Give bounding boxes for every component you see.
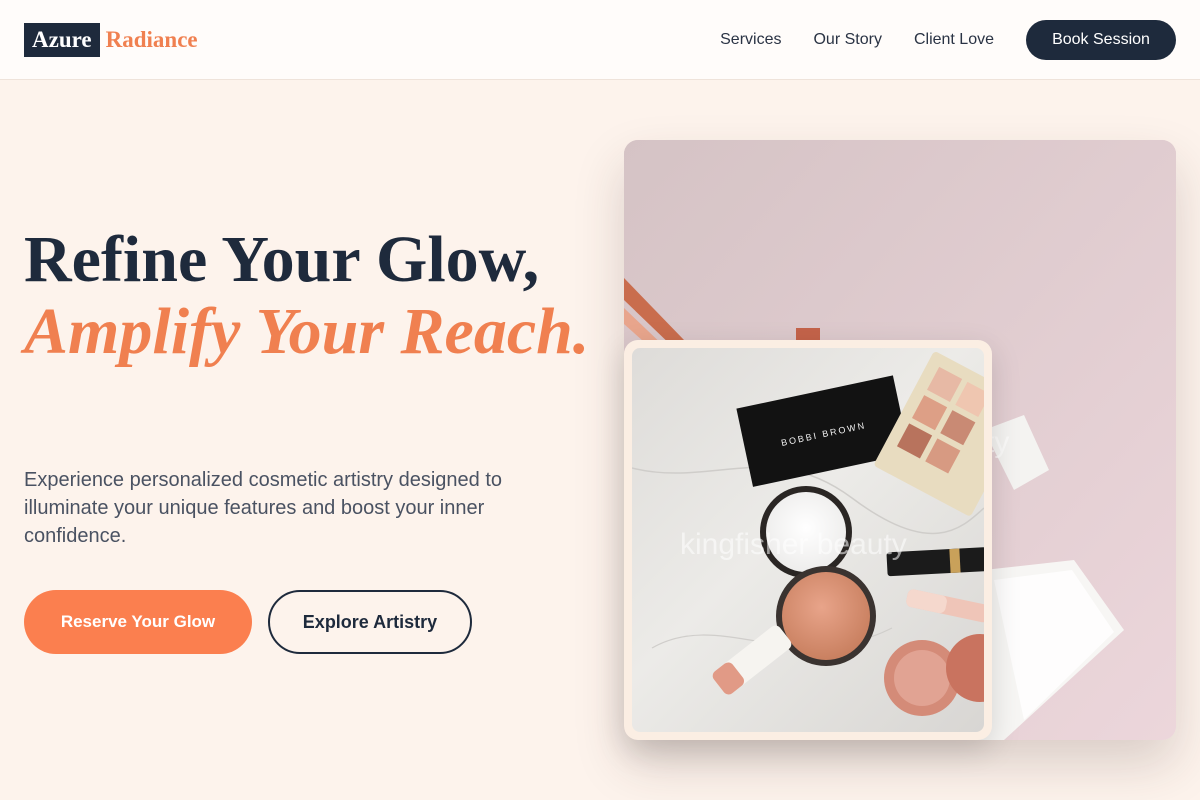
headline-primary: Refine Your Glow,	[24, 223, 540, 296]
logo-primary: Azure	[24, 23, 100, 57]
main-nav: Services Our Story Client Love Book Sess…	[720, 20, 1176, 60]
makeup-flatlay-illustration: BOBBI BROWN kingfisher beauty	[632, 352, 984, 716]
reserve-glow-button[interactable]: Reserve Your Glow	[24, 590, 252, 654]
logo-accent: Radiance	[105, 27, 198, 52]
headline-accent: Amplify Your Reach.	[24, 295, 590, 368]
hero-description: Experience personalized cosmetic artistr…	[24, 469, 503, 547]
nav-link-services[interactable]: Services	[720, 31, 781, 49]
logo[interactable]: Azure Radiance	[24, 23, 198, 57]
hero-headline: Refine Your Glow, Amplify Your Reach.	[24, 224, 589, 368]
nav-link-our-story[interactable]: Our Story	[813, 31, 881, 49]
nav-link-client-love[interactable]: Client Love	[914, 31, 994, 49]
explore-artistry-button[interactable]: Explore Artistry	[268, 590, 472, 654]
photo-watermark-text: kingfisher beauty	[680, 528, 907, 561]
book-session-button[interactable]: Book Session	[1026, 20, 1176, 60]
site-header: Azure Radiance Services Our Story Client…	[0, 0, 1200, 80]
makeup-flatlay-photo: BOBBI BROWN kingfisher beauty	[632, 348, 984, 732]
